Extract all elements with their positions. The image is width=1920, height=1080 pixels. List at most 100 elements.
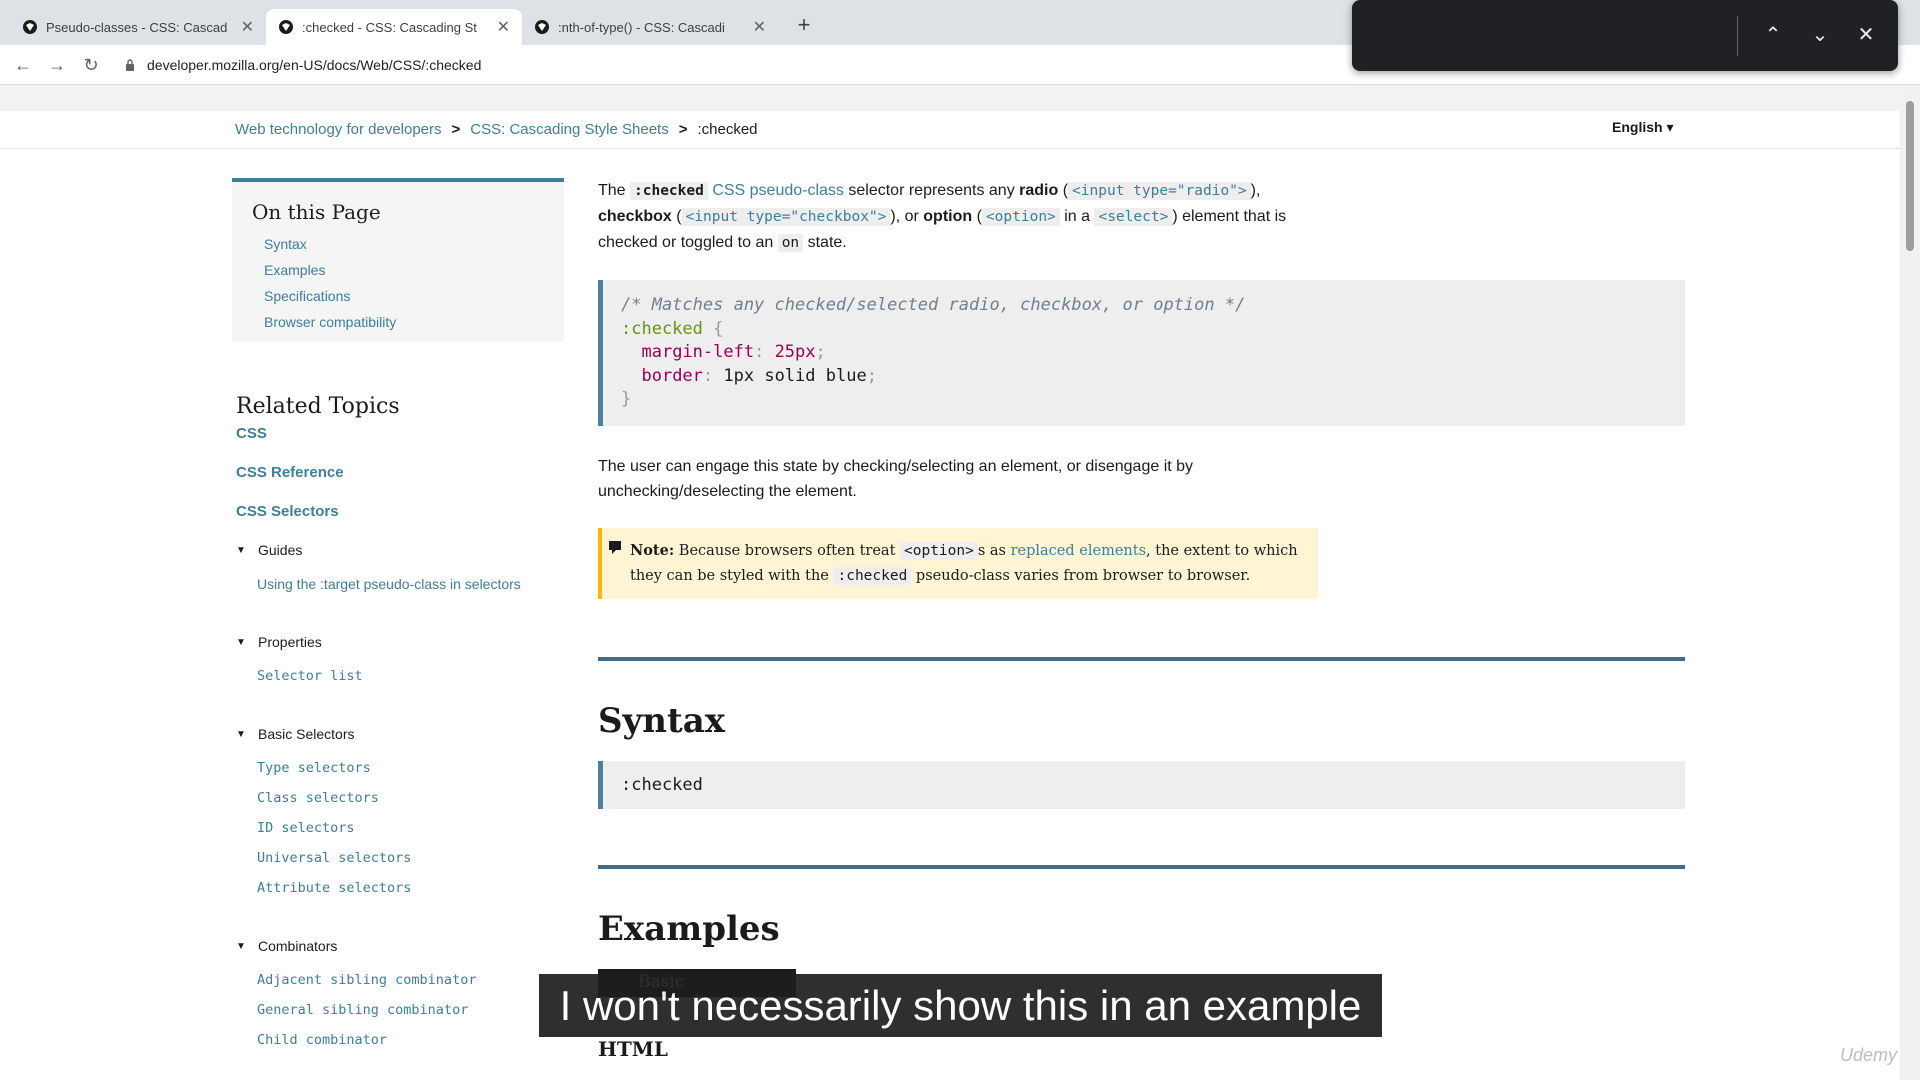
- chevron-down-icon[interactable]: ⌄: [1807, 22, 1833, 48]
- back-icon[interactable]: ←: [10, 52, 36, 78]
- link-css-pseudo-class[interactable]: CSS pseudo-class: [712, 182, 844, 199]
- find-bar: ⌃ ⌄ ✕: [1352, 0, 1898, 71]
- examples-heading: Examples: [598, 908, 780, 949]
- related-link-css-reference[interactable]: CSS Reference: [236, 464, 566, 481]
- breadcrumb-row: Web technology for developers > CSS: Cas…: [0, 111, 1900, 149]
- group-combinators: ▼ Combinators Adjacent sibling combinator…: [236, 938, 566, 1048]
- breadcrumb-current: :checked: [697, 121, 758, 138]
- note-box: Note: Because browsers often treat <opti…: [598, 527, 1318, 599]
- code-property: border: [641, 365, 703, 386]
- close-icon[interactable]: ✕: [1853, 22, 1879, 48]
- breadcrumb-web-tech[interactable]: Web technology for developers: [235, 121, 442, 138]
- selector-link-universal[interactable]: Universal selectors: [257, 850, 566, 866]
- combinator-link-child[interactable]: Child combinator: [257, 1032, 566, 1048]
- intro-text: (: [671, 208, 682, 225]
- main-content: The :checked CSS pseudo-class selector r…: [598, 178, 1685, 1061]
- scrollbar-thumb[interactable]: [1906, 101, 1914, 251]
- url-text: developer.mozilla.org/en-US/docs/Web/CSS…: [147, 57, 482, 73]
- code-input-checkbox[interactable]: <input type="checkbox">: [681, 208, 891, 226]
- note-flag-icon: [609, 540, 621, 554]
- combinator-link-general[interactable]: General sibling combinator: [257, 1002, 566, 1018]
- intro-text: state.: [803, 234, 847, 251]
- intro-text: selector represents any: [843, 182, 1020, 199]
- toc-link-syntax[interactable]: Syntax: [264, 236, 554, 252]
- tab-title: Pseudo-classes - CSS: Cascad: [46, 19, 228, 35]
- related-title: Related Topics: [236, 394, 400, 419]
- intro-text: (: [1058, 182, 1069, 199]
- tab-pseudo-classes[interactable]: Pseudo-classes - CSS: Cascad ✕: [10, 9, 266, 45]
- triangle-down-icon: ▼: [236, 728, 246, 740]
- group-toggle-properties[interactable]: ▼ Properties: [236, 634, 566, 650]
- scrollbar[interactable]: [1900, 85, 1920, 1080]
- toc-link-examples[interactable]: Examples: [264, 262, 554, 278]
- tab-close-icon[interactable]: ✕: [497, 17, 510, 37]
- udemy-watermark: Udemy: [1840, 1045, 1898, 1065]
- selector-link-class[interactable]: Class selectors: [257, 790, 566, 806]
- chevron-up-icon[interactable]: ⌃: [1760, 22, 1786, 48]
- intro-text: ),: [1250, 182, 1261, 199]
- triangle-down-icon: ▼: [236, 544, 246, 556]
- forward-icon[interactable]: →: [44, 52, 70, 78]
- selector-link-type[interactable]: Type selectors: [257, 760, 566, 776]
- html-subheading: HTML: [598, 1036, 668, 1061]
- note-label: Note:: [630, 541, 675, 559]
- toc-link-specifications[interactable]: Specifications: [264, 288, 554, 304]
- group-basic-selectors: ▼ Basic Selectors Type selectors Class se…: [236, 726, 566, 896]
- state-paragraph: The user can engage this state by checki…: [598, 457, 1194, 500]
- tab-nth-of-type[interactable]: :nth-of-type() - CSS: Cascadi ✕: [522, 9, 778, 45]
- code-input-radio[interactable]: <input type="radio">: [1068, 182, 1251, 200]
- new-tab-button[interactable]: +: [790, 12, 818, 38]
- code-value: 1px solid blue: [723, 365, 867, 386]
- toc-link-browser-compat[interactable]: Browser compatibility: [264, 314, 554, 330]
- reload-icon[interactable]: ↻: [78, 52, 104, 78]
- related-link-css[interactable]: CSS: [236, 425, 566, 442]
- page-header-strip: [0, 85, 1900, 111]
- address-bar[interactable]: developer.mozilla.org/en-US/docs/Web/CSS…: [125, 50, 1365, 80]
- code-value: 25px: [774, 342, 816, 362]
- group-toggle-basic-selectors[interactable]: ▼ Basic Selectors: [236, 726, 566, 742]
- group-toggle-guides[interactable]: ▼ Guides: [236, 542, 566, 558]
- group-label: Combinators: [258, 938, 338, 954]
- code-comment: /* Matches any checked/selected radio, c…: [621, 295, 1246, 315]
- tab-close-icon[interactable]: ✕: [241, 17, 254, 37]
- code-option[interactable]: <option>: [981, 208, 1060, 226]
- code-select[interactable]: <select>: [1094, 208, 1173, 226]
- link-replaced-elements[interactable]: replaced elements: [1011, 543, 1146, 559]
- group-toggle-combinators[interactable]: ▼ Combinators: [236, 938, 566, 954]
- syntax-heading: Syntax: [598, 700, 726, 741]
- toc-title: On this Page: [252, 200, 381, 224]
- intro-text: ), or: [890, 208, 924, 225]
- tab-title: :checked - CSS: Cascading St: [302, 19, 477, 35]
- group-label: Basic Selectors: [258, 726, 355, 742]
- triangle-down-icon: ▼: [236, 940, 246, 952]
- code-checked: :checked: [630, 182, 708, 200]
- breadcrumb: Web technology for developers > CSS: Cas…: [235, 121, 758, 138]
- selector-link-attribute[interactable]: Attribute selectors: [257, 880, 566, 896]
- tab-close-icon[interactable]: ✕: [753, 17, 766, 37]
- code-on: on: [777, 234, 804, 252]
- related-link-css-selectors[interactable]: CSS Selectors: [236, 503, 566, 520]
- tab-title: :nth-of-type() - CSS: Cascadi: [558, 19, 725, 35]
- intro-paragraph: The :checked CSS pseudo-class selector r…: [598, 178, 1318, 256]
- breadcrumb-separator: >: [678, 121, 688, 138]
- group-label: Properties: [258, 634, 322, 650]
- lock-icon: [126, 59, 134, 71]
- intro-bold-radio: radio: [1019, 182, 1059, 199]
- code-example: /* Matches any checked/selected radio, c…: [598, 280, 1685, 426]
- group-properties: ▼ Properties Selector list: [236, 634, 566, 684]
- guide-link-target[interactable]: Using the :target pseudo-class in select…: [257, 576, 566, 592]
- intro-text: in a: [1059, 208, 1095, 225]
- selector-link-id[interactable]: ID selectors: [257, 820, 566, 836]
- section-divider: [598, 656, 1685, 661]
- video-subtitle: I won't necessarily show this in an exam…: [539, 974, 1382, 1037]
- breadcrumb-css[interactable]: CSS: Cascading Style Sheets: [470, 121, 668, 138]
- tab-checked[interactable]: :checked - CSS: Cascading St ✕: [266, 9, 522, 45]
- intro-bold-checkbox: checkbox: [598, 208, 672, 225]
- combinator-link-adjacent[interactable]: Adjacent sibling combinator: [257, 972, 566, 988]
- property-link-selector-list[interactable]: Selector list: [257, 668, 566, 684]
- related-topics: Related Topics CSS CSS Reference CSS Sel…: [236, 394, 566, 1062]
- breadcrumb-separator: >: [451, 121, 461, 138]
- language-select[interactable]: English ▾: [1612, 119, 1673, 136]
- code-selector: :checked: [621, 318, 703, 339]
- on-this-page: On this Page Syntax Examples Specificati…: [232, 178, 564, 342]
